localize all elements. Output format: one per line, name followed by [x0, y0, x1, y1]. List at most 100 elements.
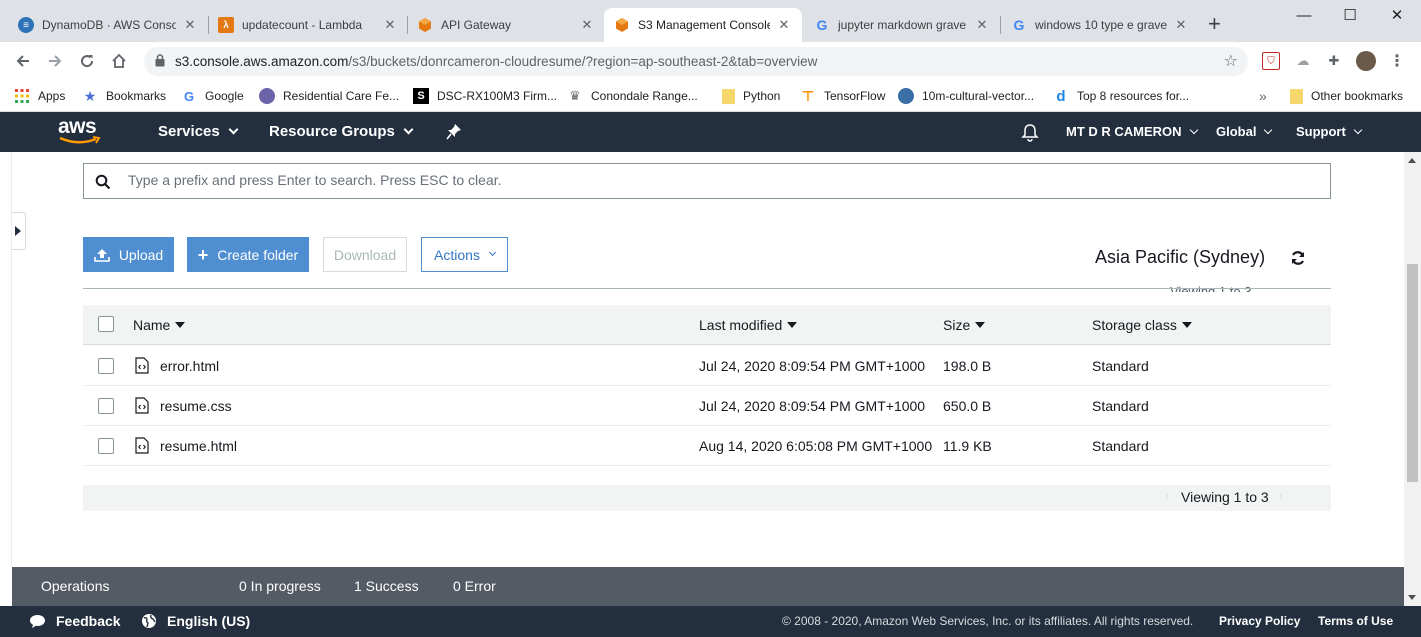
bookmark-10m-cultural[interactable]: 10m-cultural-vector...	[898, 86, 1034, 106]
feedback-link[interactable]: Feedback	[29, 613, 121, 629]
privacy-policy-link[interactable]: Privacy Policy	[1219, 614, 1300, 628]
new-tab-icon[interactable]: +	[1208, 13, 1221, 35]
bookmark-apps[interactable]: Apps	[14, 86, 65, 106]
reload-icon[interactable]	[76, 50, 98, 72]
chevron-down-icon	[1264, 125, 1273, 135]
extension-shield-icon[interactable]: ⛉	[1262, 52, 1280, 70]
sort-caret-icon	[975, 322, 986, 328]
address-bar[interactable]: s3.console.aws.amazon.com/s3/buckets/don…	[144, 47, 1248, 76]
profile-avatar[interactable]	[1356, 51, 1376, 71]
dynamodb-icon: ≡	[18, 17, 34, 33]
close-tab-icon[interactable]: ✕	[1173, 17, 1189, 33]
language-selector[interactable]: English (US)	[141, 613, 250, 629]
account-menu[interactable]: MT D R CAMERON	[1066, 112, 1198, 152]
notification-bell-icon[interactable]	[1021, 123, 1039, 145]
extensions-puzzle-icon[interactable]: ✚	[1325, 52, 1343, 70]
operations-error[interactable]: 0 Error	[453, 578, 496, 594]
create-folder-button[interactable]: + Create folder	[187, 237, 309, 272]
table-row[interactable]: resume.css Jul 24, 2020 8:09:54 PM GMT+1…	[83, 386, 1331, 426]
resource-groups-menu[interactable]: Resource Groups	[269, 112, 414, 152]
bookmark-star-icon[interactable]: ☆	[1224, 51, 1238, 71]
browser-tab-google-2[interactable]: G windows 10 type e grave ✕	[1001, 8, 1199, 42]
google-icon: G	[816, 17, 828, 33]
previous-page-icon[interactable]: ‹	[1165, 489, 1169, 503]
next-page-icon[interactable]: ›	[1279, 489, 1283, 503]
chevron-down-icon	[1353, 125, 1363, 135]
services-menu[interactable]: Services	[158, 112, 239, 152]
back-arrow-icon[interactable]	[12, 50, 34, 72]
operations-in-progress[interactable]: 0 In progress	[239, 578, 321, 594]
column-header-name[interactable]: Name	[133, 317, 186, 333]
sort-caret-icon	[787, 322, 798, 328]
bookmark-dsc-firmware[interactable]: S DSC-RX100M3 Firm...	[413, 86, 557, 106]
close-tab-icon[interactable]: ✕	[579, 17, 595, 33]
object-name-link[interactable]: error.html	[160, 358, 219, 374]
bookmark-other[interactable]: Other bookmarks	[1290, 86, 1403, 106]
scrollbar-thumb[interactable]	[1407, 264, 1418, 482]
left-rail	[0, 152, 12, 567]
d-logo-icon: d	[1056, 87, 1066, 105]
bookmark-residential-care[interactable]: Residential Care Fe...	[259, 86, 399, 106]
browser-tab-lambda[interactable]: λ updatecount - Lambda ✕	[208, 8, 408, 42]
browser-tab-google-1[interactable]: G jupyter markdown grave ✕	[804, 8, 1000, 42]
browser-tab-s3[interactable]: S3 Management Console ✕	[604, 8, 802, 42]
column-header-size[interactable]: Size	[943, 317, 986, 333]
column-header-storage-class[interactable]: Storage class	[1092, 317, 1192, 333]
scroll-up-icon[interactable]	[1408, 158, 1416, 163]
object-name-link[interactable]: resume.css	[160, 398, 232, 414]
download-button[interactable]: Download	[323, 237, 407, 272]
browser-toolbar: s3.console.aws.amazon.com/s3/buckets/don…	[0, 42, 1421, 80]
extension-cloud-icon[interactable]: ☁	[1294, 52, 1312, 70]
pin-icon[interactable]	[446, 123, 462, 144]
select-all-checkbox[interactable]	[98, 316, 114, 332]
refresh-icon[interactable]	[1289, 249, 1307, 267]
scroll-down-icon[interactable]	[1408, 595, 1416, 600]
region-menu[interactable]: Global	[1216, 112, 1273, 152]
bookmark-bookmarks[interactable]: ★ Bookmarks	[82, 86, 166, 106]
google-icon: G	[183, 88, 195, 104]
support-menu[interactable]: Support	[1296, 112, 1363, 152]
prefix-search-input[interactable]	[128, 172, 1308, 188]
expand-sidebar-toggle[interactable]	[12, 212, 26, 250]
browser-menu-icon[interactable]: ⋮	[1388, 52, 1406, 70]
bookmark-tensorflow[interactable]: ⊤ TensorFlow	[800, 86, 886, 106]
row-checkbox[interactable]	[98, 398, 114, 414]
lambda-icon: λ	[218, 17, 234, 33]
aws-logo[interactable]: aws	[58, 116, 101, 144]
operations-success[interactable]: 1 Success	[354, 578, 419, 594]
actions-dropdown[interactable]: Actions	[421, 237, 508, 272]
bookmark-google[interactable]: G Google	[181, 86, 244, 106]
bookmark-conondale[interactable]: ♛ Conondale Range...	[567, 86, 698, 106]
operations-bar[interactable]: Operations 0 In progress 1 Success 0 Err…	[12, 567, 1404, 606]
bookmark-python[interactable]: Python	[722, 86, 780, 106]
upload-icon	[94, 248, 110, 262]
close-window-icon[interactable]: ✕	[1377, 6, 1417, 26]
table-row[interactable]: error.html Jul 24, 2020 8:09:54 PM GMT+1…	[83, 346, 1331, 386]
row-checkbox[interactable]	[98, 358, 114, 374]
crest-icon: ♛	[569, 88, 581, 103]
browser-tab-dynamodb[interactable]: ≡ DynamoDB · AWS Console ✕	[8, 8, 208, 42]
bookmarks-overflow-icon[interactable]: »	[1259, 86, 1267, 106]
bookmark-top-8-resources[interactable]: d Top 8 resources for...	[1053, 86, 1189, 106]
forward-arrow-icon[interactable]	[44, 50, 66, 72]
object-storage-class: Standard	[1092, 438, 1149, 454]
close-tab-icon[interactable]: ✕	[776, 17, 792, 33]
minimize-icon[interactable]: —	[1284, 6, 1324, 26]
apps-grid-icon	[14, 88, 30, 104]
table-row[interactable]: resume.html Aug 14, 2020 6:05:08 PM GMT+…	[83, 426, 1331, 466]
upload-button[interactable]: Upload	[83, 237, 174, 272]
home-icon[interactable]	[108, 50, 130, 72]
pagination-status-top: Viewing 1 to 3	[1170, 284, 1252, 292]
close-tab-icon[interactable]: ✕	[382, 17, 398, 33]
page-scrollbar[interactable]	[1404, 152, 1421, 606]
browser-tab-api-gateway[interactable]: API Gateway ✕	[407, 8, 605, 42]
terms-of-use-link[interactable]: Terms of Use	[1318, 614, 1393, 628]
maximize-icon[interactable]: ☐	[1330, 6, 1370, 26]
chevron-down-icon	[403, 124, 414, 135]
row-checkbox[interactable]	[98, 438, 114, 454]
object-last-modified: Jul 24, 2020 8:09:54 PM GMT+1000	[699, 358, 926, 374]
column-header-last-modified[interactable]: Last modified	[699, 317, 798, 333]
close-tab-icon[interactable]: ✕	[974, 17, 990, 33]
object-name-link[interactable]: resume.html	[160, 438, 237, 454]
close-tab-icon[interactable]: ✕	[182, 17, 198, 33]
